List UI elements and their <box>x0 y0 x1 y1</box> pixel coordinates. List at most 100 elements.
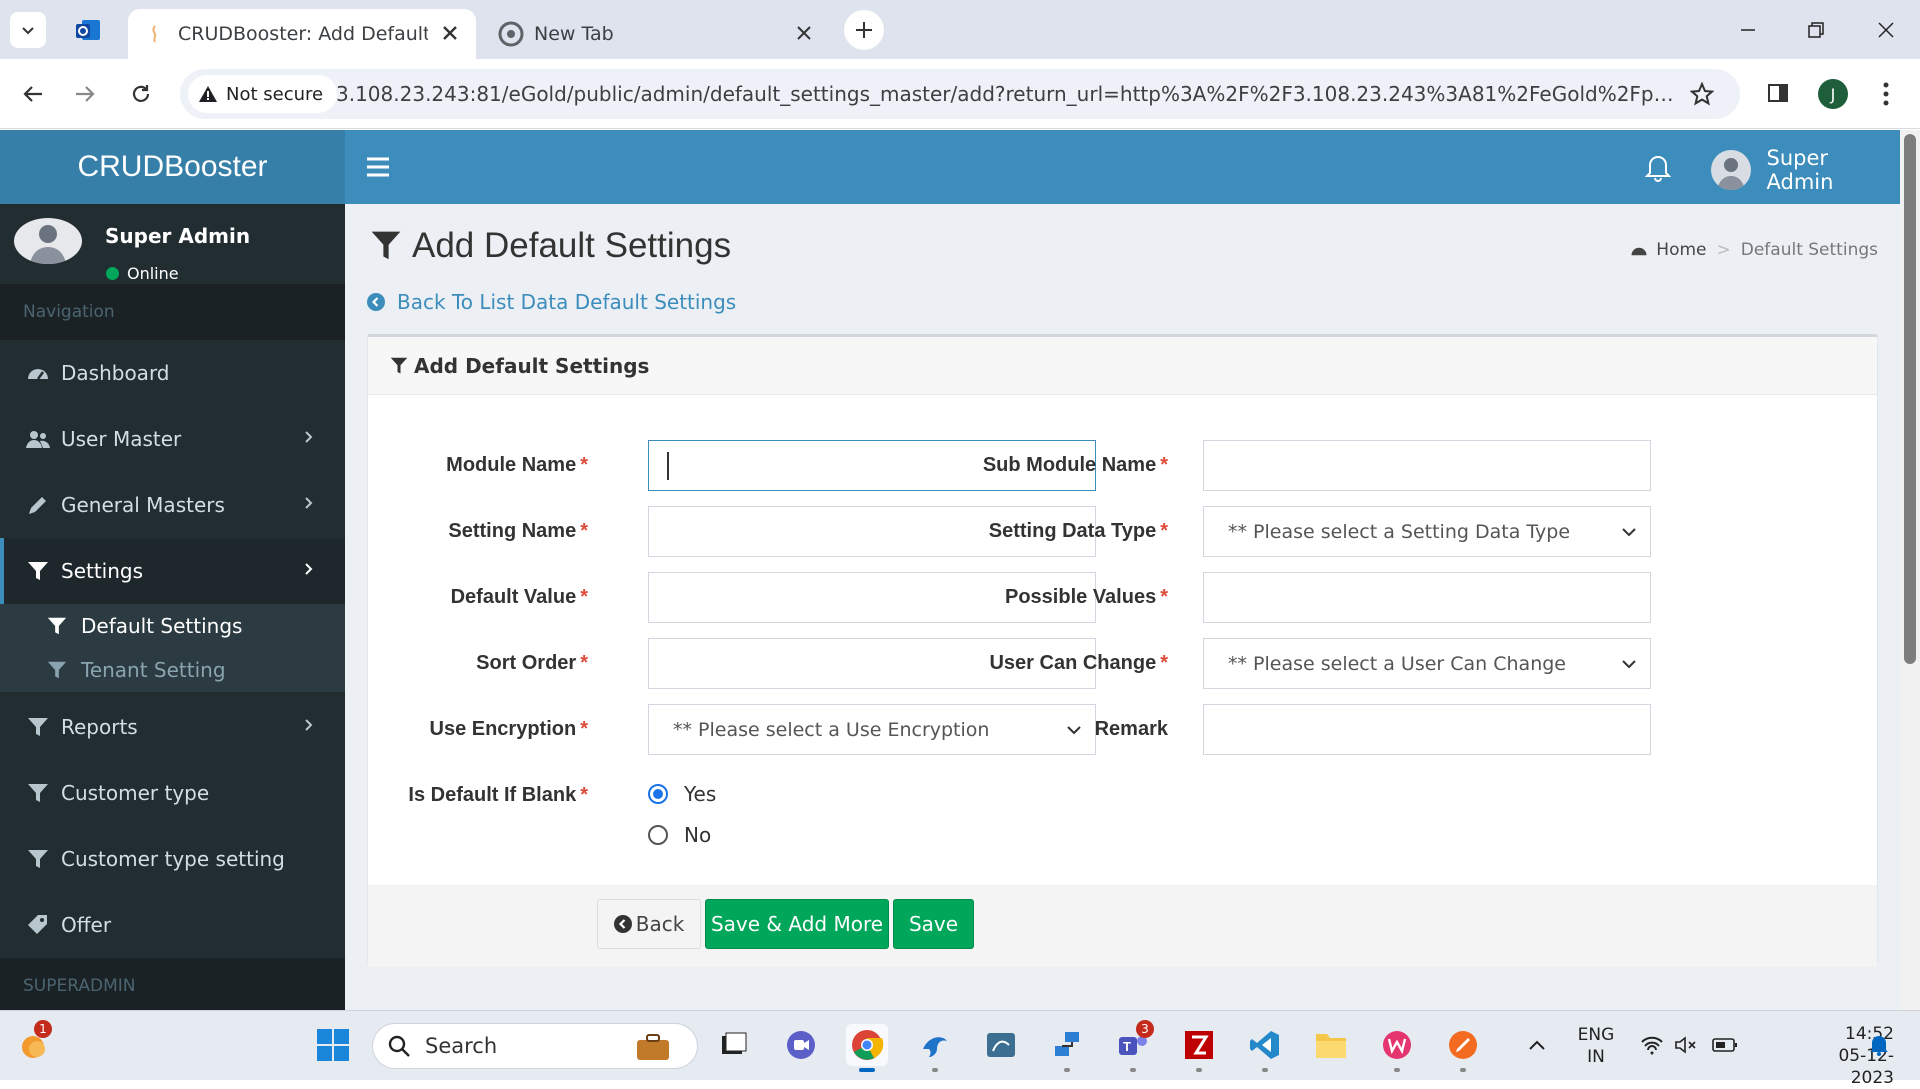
network-icon <box>1055 1032 1079 1056</box>
chevron-circle-left-icon <box>613 915 632 933</box>
chevron-circle-left-icon <box>367 293 385 311</box>
user-can-change-select[interactable]: ** Please select a User Can Change <box>1203 638 1651 689</box>
sidebar-item-label: Customer type setting <box>61 847 285 871</box>
close-icon[interactable] <box>792 21 816 45</box>
sub-module-name-input[interactable] <box>1203 440 1651 491</box>
sidebar-item-customer-type[interactable]: Customer type <box>0 760 345 826</box>
outlook-pinned-tab[interactable] <box>70 12 106 48</box>
label-is-default-if-blank: Is Default If Blank * <box>408 784 588 806</box>
arrow-left-icon <box>23 86 42 102</box>
sidebar-item-reports[interactable]: Reports <box>0 694 345 760</box>
volume-muted-icon[interactable] <box>1674 1035 1698 1055</box>
remark-input[interactable] <box>1203 704 1651 755</box>
text-caret <box>667 451 669 480</box>
sidebar-item-dashboard[interactable]: Dashboard <box>0 340 345 406</box>
tab-crudbooster[interactable]: CRUDBooster: Add Default Setti <box>128 9 476 59</box>
new-tab-button[interactable] <box>844 10 884 50</box>
breadcrumb-current: Default Settings <box>1740 240 1878 260</box>
radio-no[interactable]: No <box>648 823 711 847</box>
tag-icon <box>28 915 47 934</box>
sidebar-subitem-label: Tenant Setting <box>81 658 226 682</box>
taskbar-meet[interactable] <box>780 1024 822 1066</box>
notification-bell-icon[interactable] <box>1868 1033 1890 1057</box>
save-button[interactable]: Save <box>893 899 974 949</box>
vscode-icon <box>1250 1031 1279 1059</box>
wifi-icon[interactable] <box>1640 1035 1664 1055</box>
user-name: Super Admin <box>1766 146 1834 194</box>
sidebar-item-settings[interactable]: Settings <box>0 538 345 604</box>
user-menu[interactable]: Super Admin <box>1711 146 1900 194</box>
back-link-text: Back To List Data Default Settings <box>397 290 737 314</box>
chevron-right-icon <box>305 563 313 575</box>
sidebar-item-offer[interactable]: Offer <box>0 892 345 958</box>
sidebar-subitem-default-settings[interactable]: Default Settings <box>0 604 345 648</box>
taskbar-task-view[interactable] <box>712 1024 754 1066</box>
taskbar-search[interactable]: Search <box>372 1023 698 1069</box>
taskbar-teams[interactable]: T 3 <box>1112 1020 1154 1072</box>
search-icon <box>388 1035 410 1057</box>
kebab-menu-icon[interactable] <box>1876 81 1896 107</box>
scrollbar-thumb[interactable] <box>1904 134 1916 664</box>
taskbar-file-explorer[interactable] <box>1310 1024 1352 1066</box>
side-panel-icon[interactable] <box>1766 81 1790 105</box>
sidebar-item-user-master[interactable]: User Master <box>0 406 345 472</box>
taskbar-network-app[interactable] <box>1046 1024 1088 1072</box>
tab-new-tab[interactable]: New Tab <box>490 9 830 59</box>
battery-icon[interactable] <box>1712 1037 1738 1053</box>
windows-icon <box>317 1029 349 1061</box>
tab-title: New Tab <box>534 23 614 45</box>
running-indicator <box>932 1068 938 1072</box>
main-content: Add Default Settings Home > Default Sett… <box>345 204 1900 1010</box>
setting-data-type-select[interactable]: ** Please select a Setting Data Type <box>1203 506 1651 557</box>
breadcrumb: Home > Default Settings <box>1630 240 1878 260</box>
address-bar[interactable]: Not secure 3.108.23.243:81/eGold/public/… <box>180 69 1740 119</box>
back-button[interactable]: Back <box>597 899 701 949</box>
close-icon[interactable] <box>438 21 462 45</box>
svg-text:T: T <box>1123 1039 1131 1054</box>
chevron-up-icon[interactable] <box>1528 1039 1546 1051</box>
reload-button[interactable] <box>122 75 160 113</box>
taskbar-filezilla[interactable] <box>1178 1024 1220 1072</box>
taskbar-mysql[interactable] <box>980 1024 1022 1066</box>
user-panel: Super Admin Online <box>0 204 345 284</box>
running-indicator <box>1460 1068 1466 1072</box>
weather-widget[interactable]: 1 <box>12 1020 54 1066</box>
security-chip[interactable]: Not secure <box>188 75 338 113</box>
taskbar-wps[interactable] <box>1376 1024 1418 1072</box>
browser-tab-bar: CRUDBooster: Add Default Setti New Tab <box>0 0 1920 59</box>
forward-nav-button[interactable] <box>66 75 104 113</box>
sidebar-subitem-tenant-setting[interactable]: Tenant Setting <box>0 648 345 692</box>
page-scrollbar[interactable] <box>1900 130 1920 1010</box>
tab-search-button[interactable] <box>10 12 46 48</box>
chevron-right-icon <box>305 497 313 509</box>
running-indicator <box>1064 1068 1070 1072</box>
taskbar-vscode[interactable] <box>1244 1024 1286 1072</box>
profile-avatar[interactable]: J <box>1818 79 1848 109</box>
radio-unchecked-icon <box>648 825 668 845</box>
window-close-button[interactable] <box>1866 10 1906 50</box>
teams-badge: 3 <box>1136 1020 1154 1038</box>
radio-yes[interactable]: Yes <box>648 782 716 806</box>
brand-logo[interactable]: CRUDBooster <box>0 130 345 204</box>
minimize-icon <box>1741 29 1755 31</box>
filter-icon <box>28 784 48 802</box>
restore-button[interactable] <box>1796 10 1836 50</box>
star-icon[interactable] <box>1690 82 1714 106</box>
hamburger-icon[interactable] <box>365 154 391 180</box>
bell-icon[interactable] <box>1645 152 1671 182</box>
language-indicator[interactable]: ENG IN <box>1572 1024 1620 1068</box>
taskbar-pen-app[interactable] <box>1442 1024 1484 1072</box>
breadcrumb-home[interactable]: Home <box>1656 240 1706 260</box>
sidebar-item-customer-type-setting[interactable]: Customer type setting <box>0 826 345 892</box>
taskbar-chrome[interactable] <box>846 1024 888 1072</box>
taskbar-app-blue[interactable] <box>914 1024 956 1072</box>
start-button[interactable] <box>312 1024 354 1066</box>
back-to-list-link[interactable]: Back To List Data Default Settings <box>367 290 736 314</box>
possible-values-input[interactable] <box>1203 572 1651 623</box>
filter-icon <box>28 562 48 580</box>
minimize-button[interactable] <box>1728 10 1768 50</box>
back-nav-button[interactable] <box>14 75 52 113</box>
sidebar-item-general-masters[interactable]: General Masters <box>0 472 345 538</box>
filter-icon <box>390 357 408 373</box>
save-add-more-button[interactable]: Save & Add More <box>705 899 889 949</box>
